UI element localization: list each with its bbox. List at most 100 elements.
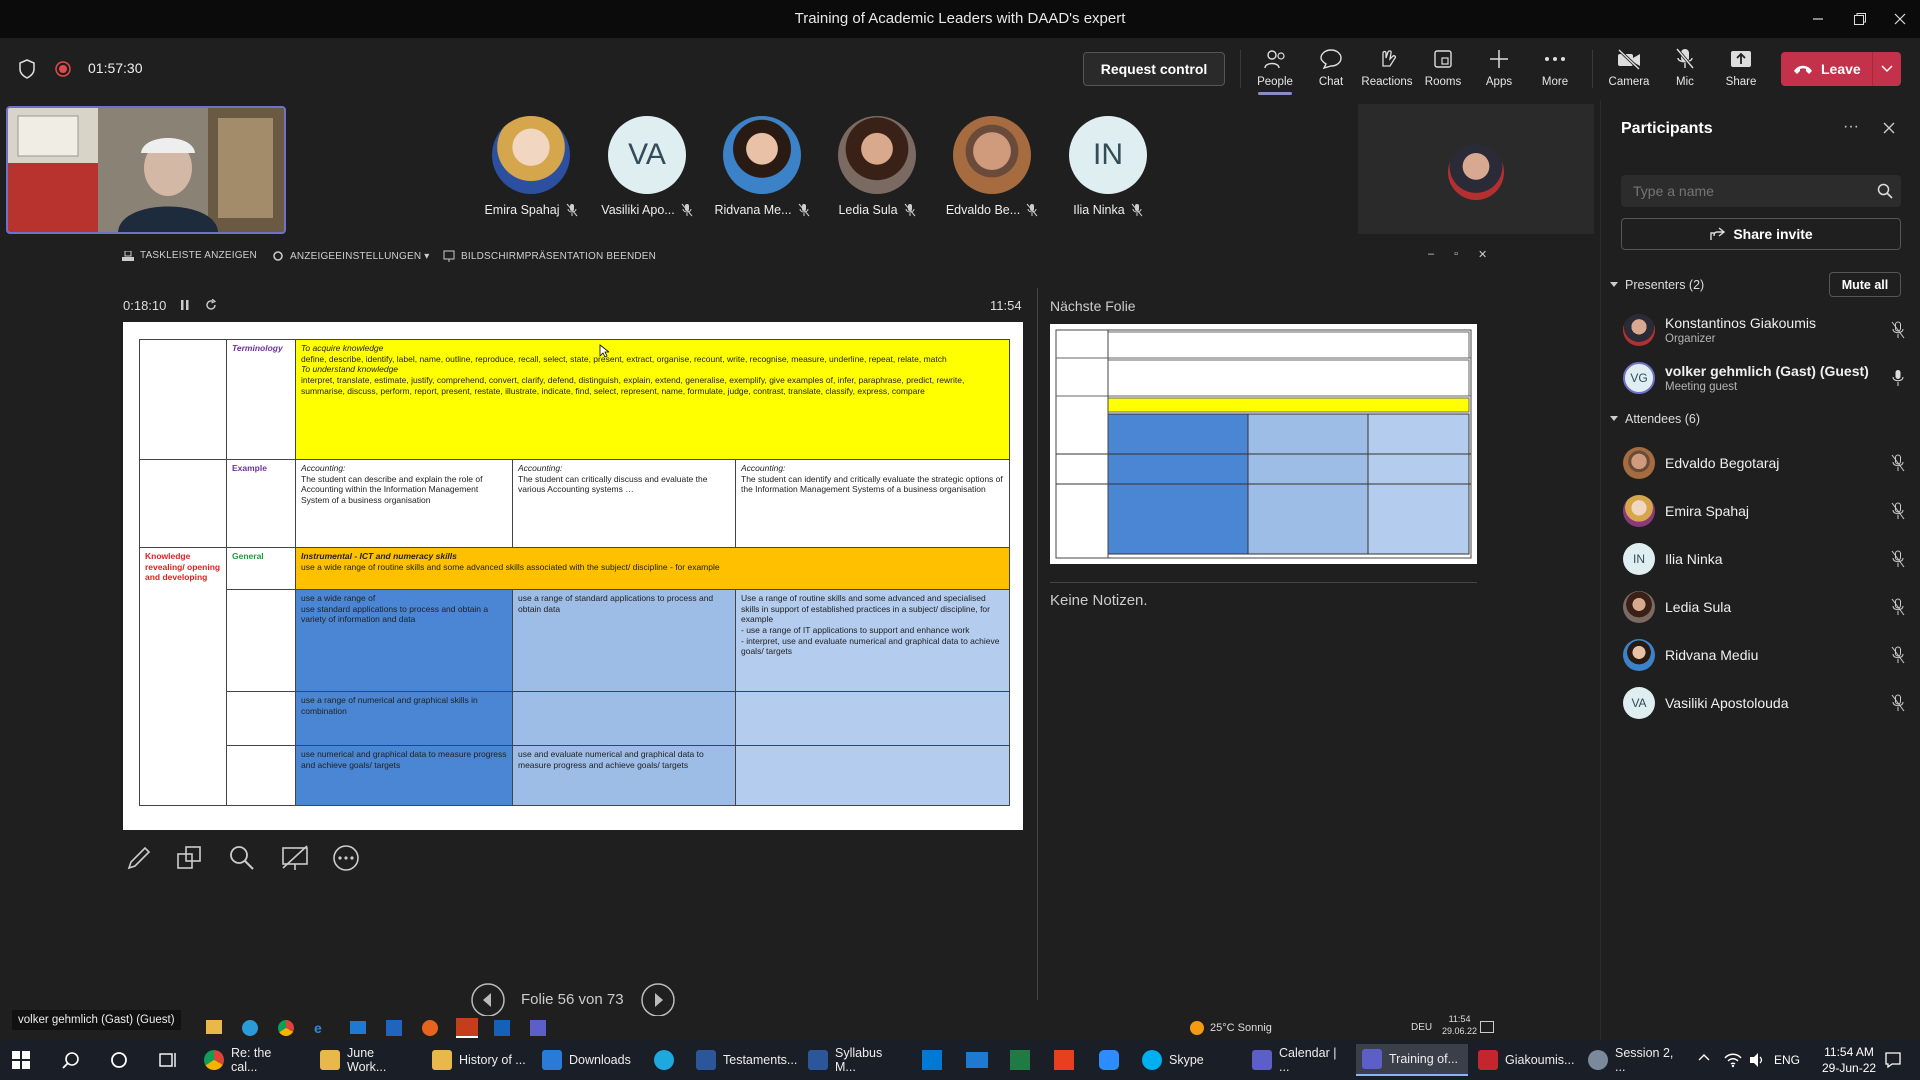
chrome-icon: [204, 1050, 224, 1070]
pause-icon[interactable]: [180, 300, 190, 310]
apps-button[interactable]: Apps: [1472, 46, 1526, 88]
participant-row[interactable]: Emira Spahaj: [1623, 487, 1913, 535]
close-icon[interactable]: [1883, 122, 1895, 134]
volume-icon[interactable]: [1748, 1052, 1766, 1068]
presenters-section-toggle[interactable]: Presenters (2): [1609, 278, 1704, 292]
camera-button[interactable]: Camera: [1602, 46, 1656, 88]
skill-cell: Use a range of routine skills and some a…: [734, 589, 1011, 692]
minimize-icon[interactable]: –: [1428, 248, 1434, 261]
restore-icon[interactable]: [1842, 6, 1878, 32]
avatar: [953, 116, 1031, 194]
mouse-cursor-icon: [599, 344, 609, 358]
participant-row[interactable]: VG volker gehmlich (Gast) (Guest) Meeting…: [1623, 354, 1913, 402]
previous-slide-button[interactable]: [470, 982, 506, 1018]
participant-tile[interactable]: VA Vasiliki Apo...: [592, 116, 702, 217]
participant-row[interactable]: Konstantinos Giakoumis Organizer: [1623, 306, 1913, 354]
panel-title: Participants: [1621, 120, 1713, 137]
end-show-icon: [443, 250, 455, 262]
next-slide-button[interactable]: [640, 982, 676, 1018]
wifi-icon[interactable]: [1724, 1052, 1742, 1068]
teams-icon: [1252, 1050, 1272, 1070]
leave-button[interactable]: Leave: [1781, 52, 1901, 86]
participant-tile[interactable]: Emira Spahaj: [476, 116, 586, 217]
zoom-icon[interactable]: [1099, 1050, 1119, 1070]
share-button[interactable]: Share: [1714, 46, 1768, 88]
participant-tile[interactable]: IN Ilia Ninka: [1053, 116, 1163, 217]
display-settings-button[interactable]: ANZEIGEEINSTELLUNGEN ▾: [272, 250, 429, 262]
restore-icon[interactable]: ▫: [1454, 248, 1458, 261]
pen-icon[interactable]: [125, 844, 153, 872]
search-icon[interactable]: [62, 1051, 80, 1069]
rooms-button[interactable]: Rooms: [1416, 46, 1470, 88]
search-field[interactable]: [1621, 175, 1901, 207]
system-clock[interactable]: 11:54 AM 29-Jun-22: [1822, 1044, 1876, 1076]
presenter-window-controls: – ▫ ✕: [1428, 248, 1487, 261]
black-screen-icon[interactable]: [280, 844, 310, 872]
self-video-tile[interactable]: [6, 106, 286, 234]
see-all-slides-icon[interactable]: [176, 844, 204, 872]
taskbar-app[interactable]: Re: the cal...: [198, 1044, 304, 1076]
taskbar-app-active[interactable]: Training of...: [1356, 1044, 1468, 1076]
taskbar-app[interactable]: Session 2, ...: [1582, 1044, 1692, 1076]
taskbar-app[interactable]: Skype: [1136, 1044, 1216, 1076]
participant-row[interactable]: Ledia Sula: [1623, 583, 1913, 631]
participant-name: Emira Spahaj: [1665, 503, 1750, 519]
search-input[interactable]: [1621, 175, 1861, 207]
taskbar-app[interactable]: History of ...: [426, 1044, 532, 1076]
attendees-section-toggle[interactable]: Attendees (6): [1609, 412, 1700, 426]
avatar: IN: [1623, 543, 1655, 575]
zoom-icon[interactable]: [228, 844, 256, 872]
end-slideshow-button[interactable]: BILDSCHIRMPRÄSENTATION BEENDEN: [443, 250, 656, 262]
chat-button[interactable]: Chat: [1304, 46, 1358, 88]
participant-row[interactable]: Ridvana Mediu: [1623, 631, 1913, 679]
share-label: Share: [1725, 76, 1757, 88]
participant-name: Vasiliki Apo...: [601, 203, 675, 217]
reactions-button[interactable]: Reactions: [1360, 46, 1414, 88]
participant-name: Ledia Sula: [838, 203, 898, 217]
mute-all-button[interactable]: Mute all: [1829, 272, 1901, 297]
windows-start-icon[interactable]: [12, 1051, 30, 1069]
chevron-up-icon[interactable]: [1698, 1053, 1710, 1061]
participant-row[interactable]: IN Ilia Ninka: [1623, 535, 1913, 583]
more-button[interactable]: More: [1528, 46, 1582, 88]
mail-icon[interactable]: [966, 1052, 988, 1068]
close-icon[interactable]: ✕: [1478, 248, 1487, 261]
current-slide[interactable]: Terminology To acquire knowledge define,…: [123, 322, 1023, 830]
show-taskbar-button[interactable]: TASKLEISTE ANZEIGEN: [122, 250, 257, 261]
participant-tile[interactable]: Edvaldo Be...: [937, 116, 1047, 217]
chevron-down-icon[interactable]: [1873, 65, 1901, 73]
language-indicator[interactable]: ENG: [1774, 1053, 1800, 1067]
leave-label: Leave: [1821, 61, 1861, 77]
more-options-icon[interactable]: [332, 844, 360, 872]
task-view-icon[interactable]: [157, 1051, 177, 1069]
taskbar-app[interactable]: Downloads: [536, 1044, 646, 1076]
acrobat-icon[interactable]: [1054, 1050, 1074, 1070]
taskbar-app[interactable]: Syllabus M...: [802, 1044, 912, 1076]
participant-tile[interactable]: Ridvana Me...: [707, 116, 817, 217]
participant-row[interactable]: VA Vasiliki Apostolouda: [1623, 679, 1913, 727]
minimize-icon[interactable]: [1800, 6, 1836, 32]
more-options-icon[interactable]: ···: [1843, 118, 1859, 136]
taskbar-app[interactable]: Giakoumis...: [1472, 1044, 1580, 1076]
people-button[interactable]: People: [1248, 46, 1302, 95]
mic-button[interactable]: Mic: [1658, 46, 1712, 88]
notification-icon[interactable]: [1884, 1051, 1902, 1069]
video-gallery: Emira Spahaj VA Vasiliki Apo... Ridvana …: [0, 100, 1600, 240]
avatar: VA: [608, 116, 686, 194]
request-control-button[interactable]: Request control: [1083, 52, 1225, 86]
system-time: 11:54 AM: [1824, 1045, 1874, 1059]
taskbar-app[interactable]: June Work...: [314, 1044, 420, 1076]
participant-tile[interactable]: Ledia Sula: [822, 116, 932, 217]
store-icon[interactable]: [922, 1050, 942, 1070]
reset-timer-icon[interactable]: [205, 299, 217, 311]
share-invite-button[interactable]: Share invite: [1621, 218, 1901, 250]
participant-row[interactable]: Edvaldo Begotaraj: [1623, 439, 1913, 487]
edge-icon[interactable]: [654, 1050, 674, 1070]
excel-icon[interactable]: [1010, 1050, 1030, 1070]
close-window-icon[interactable]: [1882, 6, 1918, 32]
participant-role: Organizer: [1665, 333, 1716, 345]
cortana-icon[interactable]: [110, 1051, 128, 1069]
taskbar-app[interactable]: Testaments...: [690, 1044, 800, 1076]
presenter-video-tile[interactable]: [1358, 104, 1594, 234]
taskbar-app[interactable]: Calendar | ...: [1246, 1044, 1354, 1076]
